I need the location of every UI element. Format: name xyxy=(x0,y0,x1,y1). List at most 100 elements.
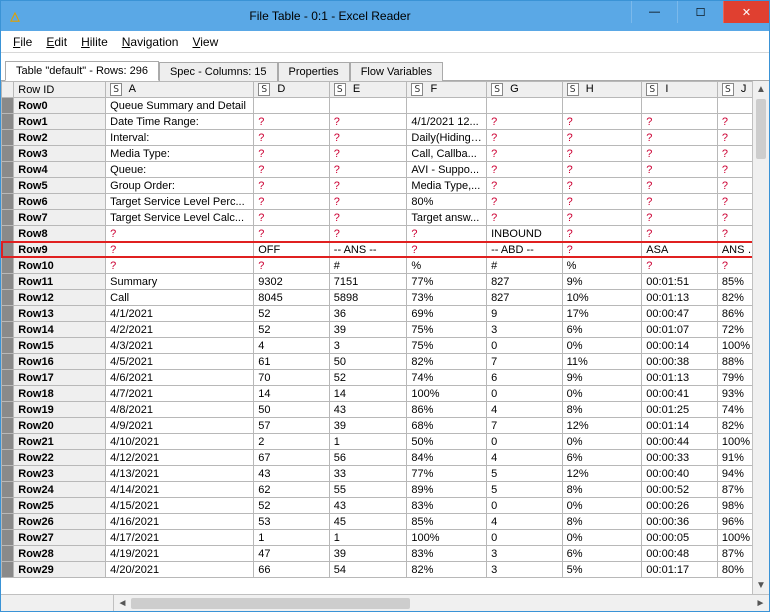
scroll-up-arrow[interactable]: ▲ xyxy=(753,81,769,98)
cell[interactable]: ? xyxy=(254,114,330,130)
cell[interactable]: ? xyxy=(329,226,407,242)
cell[interactable]: 5898 xyxy=(329,290,407,306)
cell[interactable]: 00:00:05 xyxy=(642,530,718,546)
cell[interactable]: ? xyxy=(562,162,642,178)
rowid-cell[interactable]: Row28 xyxy=(14,546,106,562)
cell[interactable]: 00:01:07 xyxy=(642,322,718,338)
cell[interactable]: 0 xyxy=(487,338,563,354)
cell[interactable]: Call xyxy=(106,290,254,306)
cell[interactable]: 47 xyxy=(254,546,330,562)
cell[interactable]: ? xyxy=(254,226,330,242)
cell[interactable]: 6% xyxy=(562,450,642,466)
table-row[interactable]: Row4Queue:??AVI - Suppo...???? xyxy=(2,162,769,178)
rowid-cell[interactable]: Row27 xyxy=(14,530,106,546)
cell[interactable]: ? xyxy=(562,226,642,242)
cell[interactable]: 00:00:40 xyxy=(642,466,718,482)
table-row[interactable]: Row184/7/20211414100%00%00:00:4193% xyxy=(2,386,769,402)
cell[interactable]: ? xyxy=(562,242,642,258)
cell[interactable]: ? xyxy=(642,162,718,178)
cell[interactable]: ? xyxy=(562,210,642,226)
row-handle[interactable] xyxy=(2,226,14,242)
tab-2[interactable]: Properties xyxy=(278,62,350,81)
table-row[interactable]: Row204/9/2021573968%712%00:01:1482% xyxy=(2,418,769,434)
cell[interactable]: ? xyxy=(254,194,330,210)
table-row[interactable]: Row2Interval:??Daily(Hiding ...???? xyxy=(2,130,769,146)
cell[interactable]: 00:01:17 xyxy=(642,562,718,578)
cell[interactable]: 39 xyxy=(329,418,407,434)
rowid-cell[interactable]: Row9 xyxy=(14,242,106,258)
scroll-right-arrow[interactable]: ► xyxy=(752,595,769,611)
cell[interactable] xyxy=(487,98,563,114)
col-header-A[interactable]: S A xyxy=(106,82,254,98)
table-row[interactable]: Row9?OFF-- ANS --?-- ABD --?ASAANS SVC xyxy=(2,242,769,258)
cell[interactable]: 0% xyxy=(562,434,642,450)
cell[interactable]: 12% xyxy=(562,466,642,482)
cell[interactable]: 4/1/2021 12... xyxy=(407,114,487,130)
table-row[interactable]: Row274/17/202111100%00%00:00:05100% xyxy=(2,530,769,546)
cell[interactable]: Group Order: xyxy=(106,178,254,194)
cell[interactable]: 4/12/2021 xyxy=(106,450,254,466)
cell[interactable]: 4/10/2021 xyxy=(106,434,254,450)
cell[interactable]: 7 xyxy=(487,418,563,434)
row-handle[interactable] xyxy=(2,546,14,562)
cell[interactable]: ? xyxy=(487,114,563,130)
cell[interactable]: 4/13/2021 xyxy=(106,466,254,482)
cell[interactable]: # xyxy=(329,258,407,274)
cell[interactable] xyxy=(562,98,642,114)
cell[interactable]: 1 xyxy=(329,530,407,546)
cell[interactable]: ? xyxy=(329,210,407,226)
cell[interactable]: 00:01:14 xyxy=(642,418,718,434)
cell[interactable]: 36 xyxy=(329,306,407,322)
cell[interactable]: 9302 xyxy=(254,274,330,290)
rowid-cell[interactable]: Row5 xyxy=(14,178,106,194)
row-handle[interactable] xyxy=(2,498,14,514)
cell[interactable]: 56 xyxy=(329,450,407,466)
cell[interactable]: ? xyxy=(329,162,407,178)
cell[interactable]: ? xyxy=(642,210,718,226)
cell[interactable]: ? xyxy=(562,114,642,130)
cell[interactable]: Summary xyxy=(106,274,254,290)
cell[interactable]: 77% xyxy=(407,274,487,290)
cell[interactable]: 8% xyxy=(562,402,642,418)
cell[interactable]: Daily(Hiding ... xyxy=(407,130,487,146)
table-row[interactable]: Row10??#%#%?? xyxy=(2,258,769,274)
row-handle[interactable] xyxy=(2,98,14,114)
cell[interactable]: ? xyxy=(254,162,330,178)
cell[interactable]: 14 xyxy=(329,386,407,402)
table-row[interactable]: Row134/1/2021523669%917%00:00:4786% xyxy=(2,306,769,322)
cell[interactable]: 0 xyxy=(487,530,563,546)
rowid-cell[interactable]: Row12 xyxy=(14,290,106,306)
col-header-G[interactable]: S G xyxy=(487,82,563,98)
cell[interactable]: 4/14/2021 xyxy=(106,482,254,498)
row-handle[interactable] xyxy=(2,146,14,162)
cell[interactable]: ? xyxy=(562,194,642,210)
row-handle[interactable] xyxy=(2,434,14,450)
row-handle[interactable] xyxy=(2,178,14,194)
table-row[interactable]: Row284/19/2021473983%36%00:00:4887% xyxy=(2,546,769,562)
cell[interactable]: 00:00:33 xyxy=(642,450,718,466)
cell[interactable]: ASA xyxy=(642,242,718,258)
rowid-cell[interactable]: Row18 xyxy=(14,386,106,402)
cell[interactable]: 12% xyxy=(562,418,642,434)
menu-hilite[interactable]: Hilite xyxy=(75,33,114,51)
row-handle[interactable] xyxy=(2,386,14,402)
table-row[interactable]: Row234/13/2021433377%512%00:00:4094% xyxy=(2,466,769,482)
cell[interactable]: ? xyxy=(106,258,254,274)
cell[interactable]: ? xyxy=(254,178,330,194)
close-button[interactable]: ✕ xyxy=(723,1,769,23)
table-row[interactable]: Row254/15/2021524383%00%00:00:2698% xyxy=(2,498,769,514)
cell[interactable]: 70 xyxy=(254,370,330,386)
cell[interactable]: 5 xyxy=(487,466,563,482)
cell[interactable]: 3 xyxy=(329,338,407,354)
cell[interactable]: 00:00:44 xyxy=(642,434,718,450)
cell[interactable]: ? xyxy=(487,178,563,194)
horizontal-scrollbar[interactable]: ◄ ► xyxy=(1,594,769,611)
row-handle[interactable] xyxy=(2,338,14,354)
cell[interactable]: 4/2/2021 xyxy=(106,322,254,338)
cell[interactable]: ? xyxy=(487,146,563,162)
cell[interactable]: 1 xyxy=(254,530,330,546)
row-handle[interactable] xyxy=(2,210,14,226)
menu-edit[interactable]: Edit xyxy=(40,33,73,51)
rowid-cell[interactable]: Row8 xyxy=(14,226,106,242)
cell[interactable]: 43 xyxy=(329,402,407,418)
